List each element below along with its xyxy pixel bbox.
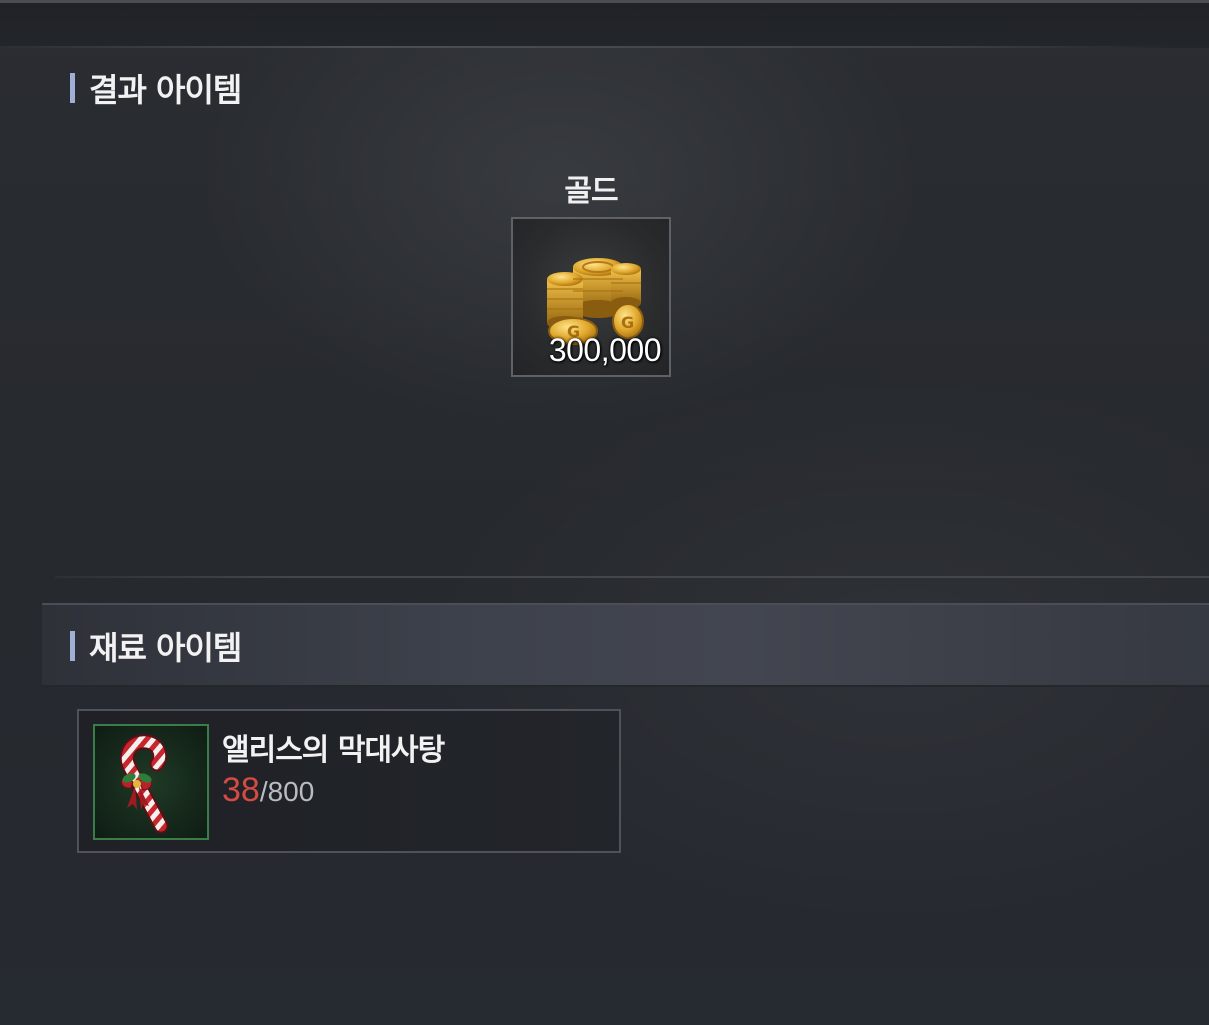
top-divider [0, 46, 1175, 48]
material-owned-count: 38 [222, 771, 260, 809]
count-separator: / [259, 776, 268, 807]
material-section-title: 재료 아이템 [70, 624, 242, 668]
result-item-slot[interactable]: G G 300,000 [511, 217, 671, 377]
material-section-label: 재료 아이템 [89, 629, 242, 667]
title-accent-bar [70, 73, 75, 103]
material-required-count: 800 [267, 776, 315, 807]
material-item-name: 앨리스의 막대사탕 [222, 733, 445, 768]
result-item-quantity: 300,000 [548, 332, 662, 368]
material-item-card[interactable]: 앨리스의 막대사탕 38/800 [77, 709, 621, 853]
material-item-count: 38/800 [222, 771, 314, 810]
svg-text:G: G [621, 313, 634, 332]
result-section-label: 결과 아이템 [89, 71, 242, 109]
section-divider [55, 576, 1209, 578]
crafting-panel: 결과 아이템 골드 G G 300,000 재료 아이템 앨리스의 막대사탕 3… [0, 0, 1209, 1025]
candy-cane-icon [119, 734, 169, 834]
title-accent-bar [70, 631, 75, 661]
top-strip [0, 0, 1209, 48]
result-section-title: 결과 아이템 [70, 66, 242, 110]
result-item-name: 골드 [564, 174, 618, 209]
material-item-slot[interactable] [93, 724, 209, 840]
